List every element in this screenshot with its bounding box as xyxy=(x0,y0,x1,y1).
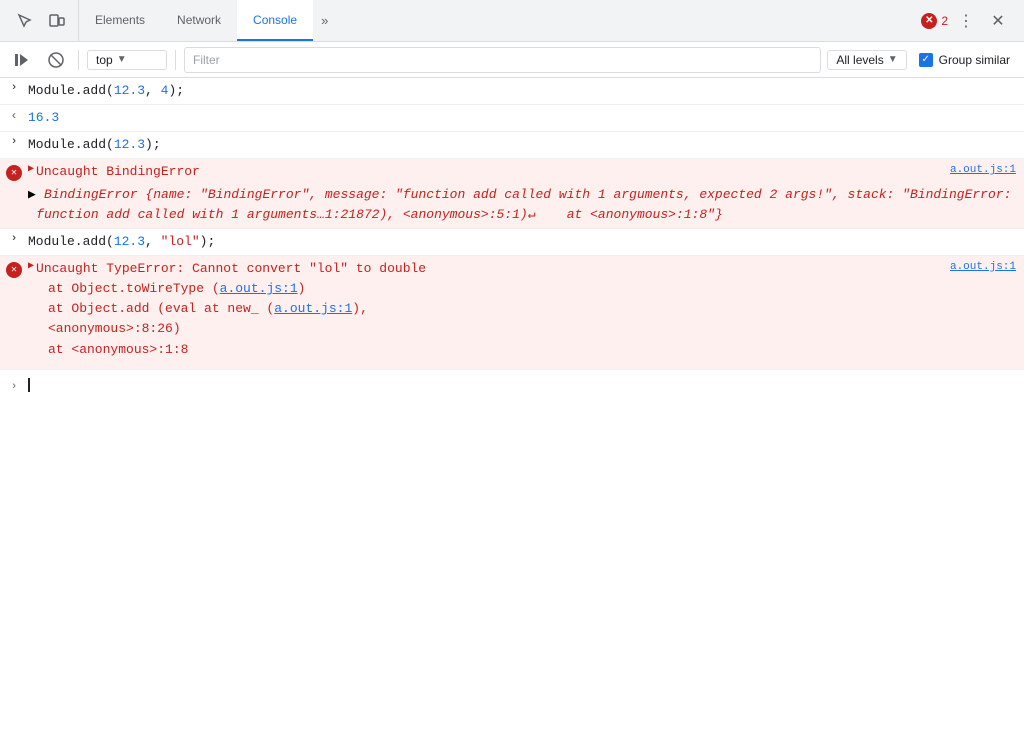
toolbar-divider-2 xyxy=(175,50,176,70)
console-cursor xyxy=(28,378,30,392)
entry-3-text: Module.add(12.3); xyxy=(28,137,161,152)
entry-4-gutter: ✕ xyxy=(0,161,28,181)
entry-4-summary: Uncaught BindingError xyxy=(36,164,200,179)
error-count: 2 xyxy=(941,14,948,28)
entry-2-content: 16.3 xyxy=(28,107,1016,129)
entry-6-trace-4: at <anonymous>:1:8 xyxy=(28,340,1016,360)
entry-6-file-link[interactable]: a.out.js:1 xyxy=(950,259,1016,276)
console-toolbar: top ▼ Filter All levels ▼ ✓ Group simila… xyxy=(0,42,1024,78)
entry-2-value: 16.3 xyxy=(28,110,59,125)
entry-4-error-icon: ✕ xyxy=(6,165,22,181)
filter-input[interactable]: Filter xyxy=(184,47,821,73)
close-button[interactable]: ✕ xyxy=(984,7,1012,35)
entry-4-detail: BindingError {name: "BindingError", mess… xyxy=(36,185,1016,225)
entry-4-expand-icon[interactable]: ▶ xyxy=(28,162,34,178)
filter-placeholder: Filter xyxy=(193,53,220,67)
console-area: › Module.add(12.3, 4); ‹ 16.3 › Module.a… xyxy=(0,78,1024,730)
entry-6-text-block: Uncaught TypeError: Cannot convert "lol"… xyxy=(36,259,1016,279)
entry-1-text: Module.add(12.3, 4); xyxy=(28,83,184,98)
input-row-gutter: › xyxy=(0,379,28,393)
entry-1-content: Module.add(12.3, 4); xyxy=(28,80,1016,102)
toolbar-divider-1 xyxy=(78,50,79,70)
entry-4-indent-icon[interactable]: ▶ xyxy=(28,185,36,205)
group-similar-checkbox[interactable]: ✓ xyxy=(919,53,933,67)
console-entry-3: › Module.add(12.3); xyxy=(0,132,1024,159)
entry-6-gutter: ✕ xyxy=(0,258,28,278)
entry-1-indicator[interactable]: › xyxy=(11,82,18,94)
tab-bar-right: ✕ 2 ⋮ ✕ xyxy=(913,7,1020,35)
clear-console-button[interactable] xyxy=(42,46,70,74)
group-similar-toggle[interactable]: ✓ Group similar xyxy=(913,51,1016,69)
entry-5-content: Module.add(12.3, "lol"); xyxy=(28,231,1016,253)
tab-items: Elements Network Console » xyxy=(79,0,913,41)
entry-6-trace-2: at Object.add (eval at new_ (a.out.js:1)… xyxy=(28,299,1016,319)
tab-console[interactable]: Console xyxy=(237,0,313,41)
entry-2-gutter: ‹ xyxy=(0,107,28,123)
entry-3-content: Module.add(12.3); xyxy=(28,134,1016,156)
level-selector[interactable]: All levels ▼ xyxy=(827,50,906,70)
device-icon[interactable] xyxy=(44,8,70,34)
console-entry-6: ✕ ▶ Uncaught TypeError: Cannot convert "… xyxy=(0,256,1024,370)
more-options-button[interactable]: ⋮ xyxy=(952,7,980,35)
console-entry-1: › Module.add(12.3, 4); xyxy=(0,78,1024,105)
entry-5-indicator[interactable]: › xyxy=(11,233,18,245)
group-similar-label: Group similar xyxy=(939,53,1010,67)
entry-6-trace-3: <anonymous>:8:26) xyxy=(28,319,1016,339)
tab-elements[interactable]: Elements xyxy=(79,0,161,41)
entry-6-content: ▶ Uncaught TypeError: Cannot convert "lo… xyxy=(28,258,1016,361)
entry-4-header: ▶ Uncaught BindingError a.out.js:1 xyxy=(28,162,1016,182)
entry-4-content: ▶ Uncaught BindingError a.out.js:1 ▶ Bin… xyxy=(28,161,1016,225)
context-selector[interactable]: top ▼ xyxy=(87,50,167,70)
entry-1-gutter: › xyxy=(0,80,28,94)
console-entry-2: ‹ 16.3 xyxy=(0,105,1024,132)
inspect-icon[interactable] xyxy=(12,8,38,34)
entry-3-gutter: › xyxy=(0,134,28,148)
level-chevron-icon: ▼ xyxy=(888,54,898,65)
entry-5-text: Module.add(12.3, "lol"); xyxy=(28,234,215,249)
entry-6-header: ▶ Uncaught TypeError: Cannot convert "lo… xyxy=(28,259,1016,279)
tab-bar: Elements Network Console » ✕ 2 ⋮ ✕ xyxy=(0,0,1024,42)
error-count-circle: ✕ xyxy=(921,13,937,29)
entry-5-gutter: › xyxy=(0,231,28,245)
console-entry-5: › Module.add(12.3, "lol"); xyxy=(0,229,1024,256)
error-badge[interactable]: ✕ 2 xyxy=(921,13,948,29)
entry-4-detail-row: ▶ BindingError {name: "BindingError", me… xyxy=(28,185,1016,225)
entry-4-text-block: Uncaught BindingError a.out.js:1 xyxy=(36,162,1016,182)
entry-3-indicator[interactable]: › xyxy=(11,136,18,148)
link-toWireType[interactable]: a.out.js:1 xyxy=(220,281,298,296)
link-add[interactable]: a.out.js:1 xyxy=(274,301,352,316)
execute-script-button[interactable] xyxy=(8,46,36,74)
context-value: top xyxy=(96,53,113,67)
entry-6-error-icon: ✕ xyxy=(6,262,22,278)
level-label: All levels xyxy=(836,53,883,67)
input-indicator: › xyxy=(11,381,18,393)
console-entry-4: ✕ ▶ Uncaught BindingError a.out.js:1 ▶ B… xyxy=(0,159,1024,228)
entry-6-trace-1: at Object.toWireType (a.out.js:1) xyxy=(28,279,1016,299)
entry-2-indicator: ‹ xyxy=(10,109,17,123)
entry-6-expand-icon[interactable]: ▶ xyxy=(28,259,34,275)
entry-4-file-link[interactable]: a.out.js:1 xyxy=(950,162,1016,179)
console-input-row[interactable]: › xyxy=(0,370,1024,402)
devtools-icons xyxy=(4,0,79,41)
input-content[interactable] xyxy=(28,375,1016,397)
context-chevron-icon: ▼ xyxy=(117,54,127,65)
entry-6-summary: Uncaught TypeError: Cannot convert "lol"… xyxy=(36,261,426,276)
tab-network[interactable]: Network xyxy=(161,0,237,41)
tab-more[interactable]: » xyxy=(313,13,336,28)
